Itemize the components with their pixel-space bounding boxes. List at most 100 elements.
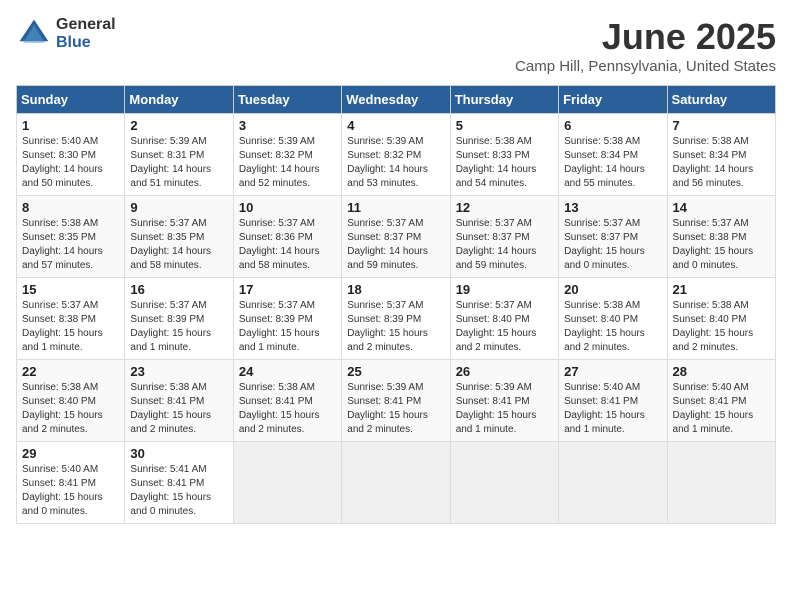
day-number: 24 (239, 364, 336, 379)
cell-info: Sunrise: 5:38 AMSunset: 8:40 PMDaylight:… (673, 300, 754, 353)
day-number: 23 (130, 364, 227, 379)
cell-info: Sunrise: 5:38 AMSunset: 8:40 PMDaylight:… (564, 300, 645, 353)
day-number: 4 (347, 118, 444, 133)
calendar-cell: 5 Sunrise: 5:38 AMSunset: 8:33 PMDaylight… (450, 114, 558, 196)
calendar-cell: 8Sunrise: 5:38 AMSunset: 8:35 PMDaylight… (17, 196, 125, 278)
calendar-cell: 18 Sunrise: 5:37 AMSunset: 8:39 PMDayligh… (342, 278, 450, 360)
calendar-row: 15 Sunrise: 5:37 AMSunset: 8:38 PMDayligh… (17, 278, 776, 360)
day-number: 17 (239, 282, 336, 297)
cell-info: Sunrise: 5:39 AMSunset: 8:41 PMDaylight:… (347, 382, 428, 435)
calendar-row: 29 Sunrise: 5:40 AMSunset: 8:41 PMDayligh… (17, 442, 776, 524)
cell-info: Sunrise: 5:38 AMSunset: 8:34 PMDaylight:… (673, 136, 754, 189)
calendar-cell: 27Sunrise: 5:40 AMSunset: 8:41 PMDayligh… (559, 360, 667, 442)
logo: General Blue (16, 16, 116, 52)
calendar-cell: 10Sunrise: 5:37 AMSunset: 8:36 PMDayligh… (233, 196, 341, 278)
cell-info: Sunrise: 5:39 AMSunset: 8:41 PMDaylight:… (456, 382, 537, 435)
cell-info: Sunrise: 5:37 AMSunset: 8:37 PMDaylight:… (564, 218, 645, 271)
cell-info: Sunrise: 5:37 AMSunset: 8:39 PMDaylight:… (239, 300, 320, 353)
location-title: Camp Hill, Pennsylvania, United States (515, 58, 776, 75)
cell-info: Sunrise: 5:38 AMSunset: 8:33 PMDaylight:… (456, 136, 537, 189)
calendar-cell: 25 Sunrise: 5:39 AMSunset: 8:41 PMDayligh… (342, 360, 450, 442)
col-thursday: Thursday (450, 86, 558, 114)
cell-info: Sunrise: 5:38 AMSunset: 8:34 PMDaylight:… (564, 136, 645, 189)
cell-info: Sunrise: 5:37 AMSunset: 8:39 PMDaylight:… (130, 300, 211, 353)
cell-info: Sunrise: 5:38 AMSunset: 8:40 PMDaylight:… (22, 382, 103, 435)
calendar-cell: 17 Sunrise: 5:37 AMSunset: 8:39 PMDayligh… (233, 278, 341, 360)
calendar-cell (667, 442, 775, 524)
logo-general-text: General (56, 16, 116, 34)
calendar-cell: 23Sunrise: 5:38 AMSunset: 8:41 PMDayligh… (125, 360, 233, 442)
day-number: 19 (456, 282, 553, 297)
day-number: 6 (564, 118, 661, 133)
cell-info: Sunrise: 5:39 AMSunset: 8:32 PMDaylight:… (239, 136, 320, 189)
day-number: 2 (130, 118, 227, 133)
calendar-cell: 21 Sunrise: 5:38 AMSunset: 8:40 PMDayligh… (667, 278, 775, 360)
day-number: 15 (22, 282, 119, 297)
day-number: 1 (22, 118, 119, 133)
day-number: 20 (564, 282, 661, 297)
cell-info: Sunrise: 5:37 AMSunset: 8:38 PMDaylight:… (673, 218, 754, 271)
calendar-cell: 15 Sunrise: 5:37 AMSunset: 8:38 PMDayligh… (17, 278, 125, 360)
calendar-cell (450, 442, 558, 524)
col-monday: Monday (125, 86, 233, 114)
cell-info: Sunrise: 5:39 AMSunset: 8:31 PMDaylight:… (130, 136, 211, 189)
day-number: 5 (456, 118, 553, 133)
day-number: 11 (347, 200, 444, 215)
calendar-cell: 30 Sunrise: 5:41 AMSunset: 8:41 PMDayligh… (125, 442, 233, 524)
title-area: June 2025 Camp Hill, Pennsylvania, Unite… (515, 16, 776, 75)
cell-info: Sunrise: 5:40 AMSunset: 8:41 PMDaylight:… (22, 464, 103, 517)
logo-icon (16, 16, 52, 52)
col-sunday: Sunday (17, 86, 125, 114)
day-number: 25 (347, 364, 444, 379)
calendar-table: Sunday Monday Tuesday Wednesday Thursday… (16, 85, 776, 524)
day-number: 12 (456, 200, 553, 215)
calendar-cell: 26Sunrise: 5:39 AMSunset: 8:41 PMDayligh… (450, 360, 558, 442)
calendar-cell: 9 Sunrise: 5:37 AMSunset: 8:35 PMDaylight… (125, 196, 233, 278)
col-wednesday: Wednesday (342, 86, 450, 114)
day-number: 21 (673, 282, 770, 297)
cell-info: Sunrise: 5:38 AMSunset: 8:41 PMDaylight:… (239, 382, 320, 435)
calendar-cell: 19 Sunrise: 5:37 AMSunset: 8:40 PMDayligh… (450, 278, 558, 360)
calendar-cell (559, 442, 667, 524)
cell-info: Sunrise: 5:37 AMSunset: 8:37 PMDaylight:… (347, 218, 428, 271)
calendar-cell: 2 Sunrise: 5:39 AMSunset: 8:31 PMDaylight… (125, 114, 233, 196)
calendar-cell: 1Sunrise: 5:40 AMSunset: 8:30 PMDaylight… (17, 114, 125, 196)
day-number: 28 (673, 364, 770, 379)
day-number: 13 (564, 200, 661, 215)
calendar-cell: 29 Sunrise: 5:40 AMSunset: 8:41 PMDayligh… (17, 442, 125, 524)
calendar-cell: 11 Sunrise: 5:37 AMSunset: 8:37 PMDayligh… (342, 196, 450, 278)
day-number: 10 (239, 200, 336, 215)
logo-text: General Blue (56, 16, 116, 51)
day-number: 3 (239, 118, 336, 133)
cell-info: Sunrise: 5:40 AMSunset: 8:41 PMDaylight:… (673, 382, 754, 435)
day-number: 14 (673, 200, 770, 215)
calendar-cell: 3 Sunrise: 5:39 AMSunset: 8:32 PMDaylight… (233, 114, 341, 196)
day-number: 22 (22, 364, 119, 379)
cell-info: Sunrise: 5:37 AMSunset: 8:38 PMDaylight:… (22, 300, 103, 353)
day-number: 8 (22, 200, 119, 215)
cell-info: Sunrise: 5:37 AMSunset: 8:35 PMDaylight:… (130, 218, 211, 271)
cell-info: Sunrise: 5:37 AMSunset: 8:40 PMDaylight:… (456, 300, 537, 353)
calendar-cell (342, 442, 450, 524)
day-number: 16 (130, 282, 227, 297)
calendar-row: 8Sunrise: 5:38 AMSunset: 8:35 PMDaylight… (17, 196, 776, 278)
calendar-cell: 22 Sunrise: 5:38 AMSunset: 8:40 PMDayligh… (17, 360, 125, 442)
cell-info: Sunrise: 5:37 AMSunset: 8:39 PMDaylight:… (347, 300, 428, 353)
day-number: 29 (22, 446, 119, 461)
cell-info: Sunrise: 5:41 AMSunset: 8:41 PMDaylight:… (130, 464, 211, 517)
col-tuesday: Tuesday (233, 86, 341, 114)
calendar-cell: 16 Sunrise: 5:37 AMSunset: 8:39 PMDayligh… (125, 278, 233, 360)
calendar-row: 22 Sunrise: 5:38 AMSunset: 8:40 PMDayligh… (17, 360, 776, 442)
cell-info: Sunrise: 5:40 AMSunset: 8:41 PMDaylight:… (564, 382, 645, 435)
day-number: 7 (673, 118, 770, 133)
cell-info: Sunrise: 5:39 AMSunset: 8:32 PMDaylight:… (347, 136, 428, 189)
day-number: 18 (347, 282, 444, 297)
day-number: 30 (130, 446, 227, 461)
calendar-cell: 4 Sunrise: 5:39 AMSunset: 8:32 PMDaylight… (342, 114, 450, 196)
calendar-cell: 24 Sunrise: 5:38 AMSunset: 8:41 PMDayligh… (233, 360, 341, 442)
day-number: 9 (130, 200, 227, 215)
calendar-cell: 28 Sunrise: 5:40 AMSunset: 8:41 PMDayligh… (667, 360, 775, 442)
calendar-header-row: Sunday Monday Tuesday Wednesday Thursday… (17, 86, 776, 114)
calendar-cell: 20 Sunrise: 5:38 AMSunset: 8:40 PMDayligh… (559, 278, 667, 360)
calendar-cell: 7 Sunrise: 5:38 AMSunset: 8:34 PMDaylight… (667, 114, 775, 196)
